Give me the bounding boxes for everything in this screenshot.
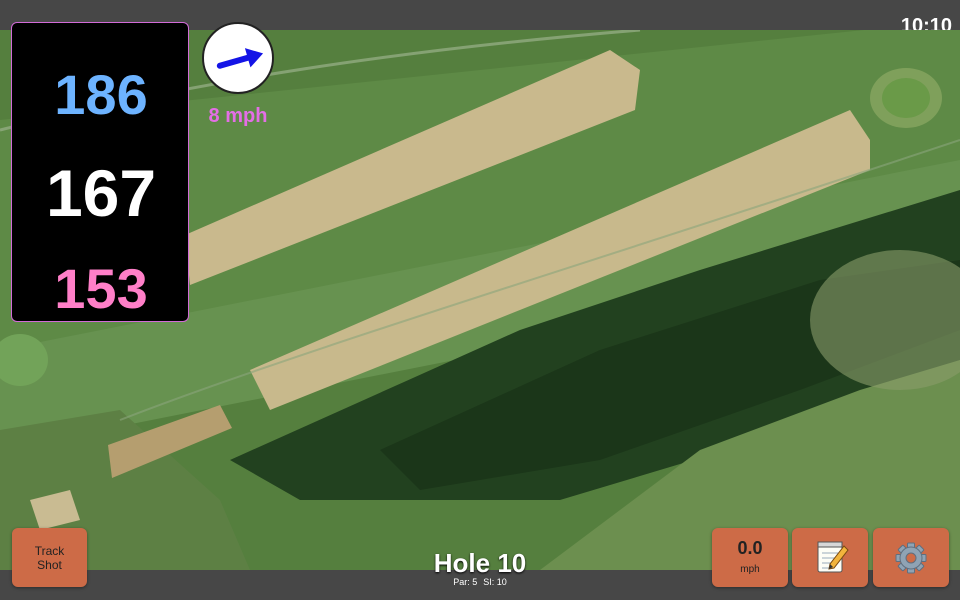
wind-arrow-icon [216,48,264,69]
wind-button-unit: mph [740,564,760,575]
distance-back: 186 [54,63,148,126]
notepad-icon [817,541,849,573]
wind-indicator[interactable] [202,22,274,94]
wind-speed-button[interactable]: 0.0 mph [712,528,788,587]
track-shot-label-line2: Shot [37,558,62,572]
track-shot-label-line1: Track [34,544,65,558]
settings-button[interactable] [873,528,949,587]
hole-title: Hole 10 [433,548,527,578]
hole-details: Par: 5 SI: 10 [380,577,580,588]
distance-middle: 167 [45,156,157,230]
hole-stroke-index: SI: 10 [483,577,507,587]
track-shot-button[interactable]: Track Shot [12,528,87,587]
distance-panel: 186 167 153 [11,22,189,322]
gear-icon [895,542,927,574]
hole-par: Par: 5 [453,577,478,587]
wind-speed-label: 8 mph [208,105,268,127]
wind-button-value: 0.0 [737,538,763,558]
notes-button[interactable] [792,528,868,587]
distance-front: 153 [54,257,148,320]
